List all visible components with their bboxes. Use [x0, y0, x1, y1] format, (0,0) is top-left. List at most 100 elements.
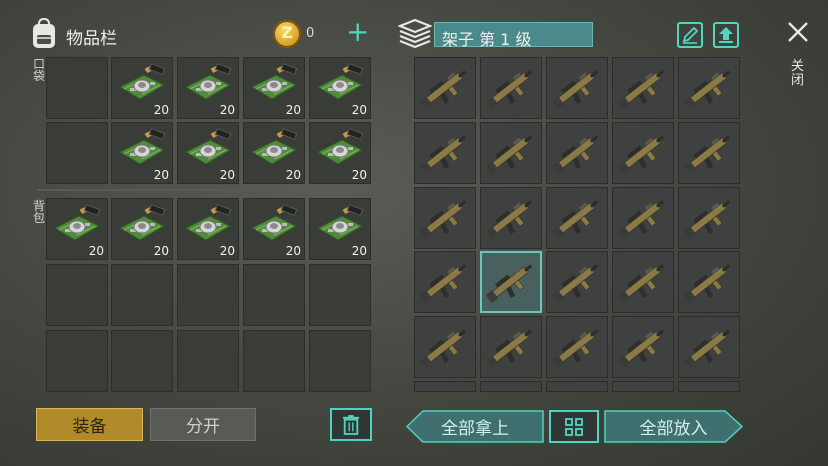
pocket-slot[interactable]: 20 [309, 57, 371, 119]
shelf-slot[interactable] [612, 187, 674, 249]
assault-rifle-icon [419, 70, 467, 110]
grid-icon [565, 417, 583, 436]
shelf-slot[interactable] [678, 187, 740, 249]
assault-rifle-icon [617, 70, 665, 110]
assault-rifle-item [483, 384, 539, 392]
backpack-slot[interactable] [243, 330, 305, 392]
backpack-icon [30, 17, 58, 50]
pocket-slot[interactable]: 20 [309, 122, 371, 184]
split-button[interactable]: 分开 [150, 408, 256, 441]
shelf-slot[interactable] [546, 381, 608, 392]
pocket-slot[interactable] [46, 122, 108, 184]
item-quantity: 20 [285, 168, 301, 182]
circuit-board-icon [316, 128, 364, 165]
item-quantity: 20 [219, 168, 235, 182]
pocket-slot[interactable] [46, 57, 108, 119]
assault-rifle-icon [683, 264, 731, 304]
add-coins-button[interactable]: + [346, 18, 369, 46]
assault-rifle-item [681, 254, 737, 314]
shelf-slot-selected[interactable] [480, 251, 542, 313]
pocket-slot[interactable]: 20 [177, 57, 239, 119]
upload-arrow-icon [719, 27, 733, 43]
shelf-slot[interactable] [612, 381, 674, 392]
assault-rifle-item [549, 125, 605, 185]
shelf-slot[interactable] [480, 316, 542, 378]
backpack-slot[interactable]: 20 [46, 198, 108, 260]
assault-rifle-icon [551, 264, 599, 304]
take-all-button[interactable]: 全部拿上 [406, 410, 544, 443]
backpack-slot[interactable] [111, 330, 173, 392]
shelf-slot[interactable] [678, 57, 740, 119]
shelf-slot[interactable] [414, 57, 476, 119]
assault-rifle-icon [485, 135, 533, 175]
backpack-slot[interactable]: 20 [243, 198, 305, 260]
circuit-board-icon [184, 204, 232, 241]
assault-rifle-item [615, 254, 671, 314]
trash-button[interactable] [330, 408, 372, 441]
assault-rifle-item [417, 125, 473, 185]
pocket-slot[interactable]: 20 [111, 122, 173, 184]
sort-grid-button[interactable] [549, 410, 599, 443]
backpack-slot[interactable]: 20 [309, 198, 371, 260]
shelf-slot[interactable] [612, 251, 674, 313]
assault-rifle-item [483, 190, 539, 250]
shelf-slot[interactable] [678, 316, 740, 378]
pocket-slot[interactable]: 20 [111, 57, 173, 119]
shelf-slot[interactable] [414, 122, 476, 184]
shelf-slot[interactable] [678, 122, 740, 184]
edit-shelf-button[interactable] [677, 22, 703, 48]
assault-rifle-item [681, 60, 737, 120]
backpack-slot[interactable] [111, 264, 173, 326]
item-quantity: 20 [153, 244, 169, 258]
assault-rifle-icon [683, 200, 731, 240]
close-button[interactable] [786, 20, 810, 44]
assault-rifle-item [549, 60, 605, 120]
shelf-slot[interactable] [414, 251, 476, 313]
put-all-button[interactable]: 全部放入 [604, 410, 743, 443]
pocket-slot[interactable]: 20 [177, 122, 239, 184]
assault-rifle-icon [551, 70, 599, 110]
assault-rifle-item [615, 190, 671, 250]
shelf-slot[interactable] [612, 316, 674, 378]
backpack-slot[interactable] [177, 330, 239, 392]
shelf-slot[interactable] [480, 122, 542, 184]
backpack-slot[interactable]: 20 [177, 198, 239, 260]
shelf-slot[interactable] [414, 381, 476, 392]
shelf-slot[interactable] [414, 187, 476, 249]
backpack-slot[interactable] [46, 330, 108, 392]
shelf-slot[interactable] [480, 381, 542, 392]
assault-rifle-icon [551, 135, 599, 175]
assault-rifle-icon [485, 200, 533, 240]
shelf-slot[interactable] [678, 381, 740, 392]
upgrade-shelf-button[interactable] [713, 22, 739, 48]
shelf-slot[interactable] [480, 187, 542, 249]
backpack-slot[interactable] [177, 264, 239, 326]
item-quantity: 20 [153, 168, 169, 182]
assault-rifle-item [549, 254, 605, 314]
backpack-slot[interactable] [243, 264, 305, 326]
assault-rifle-item [681, 125, 737, 185]
backpack-slot[interactable] [309, 330, 371, 392]
backpack-slot[interactable] [46, 264, 108, 326]
circuit-board-icon [118, 204, 166, 241]
circuit-board-icon [250, 128, 298, 165]
shelf-slot[interactable] [546, 316, 608, 378]
backpack-slot[interactable]: 20 [111, 198, 173, 260]
shelf-slot[interactable] [546, 251, 608, 313]
assault-rifle-icon [617, 264, 665, 304]
assault-rifle-icon [551, 200, 599, 240]
shelf-slot[interactable] [414, 316, 476, 378]
pocket-slot[interactable]: 20 [243, 57, 305, 119]
shelf-slot[interactable] [678, 251, 740, 313]
shelf-slot[interactable] [546, 187, 608, 249]
backpack-slot[interactable] [309, 264, 371, 326]
shelf-slot[interactable] [612, 122, 674, 184]
shelf-slot[interactable] [546, 122, 608, 184]
pocket-slot[interactable]: 20 [243, 122, 305, 184]
shelf-slot[interactable] [546, 57, 608, 119]
equip-button[interactable]: 装备 [36, 408, 143, 441]
circuit-board-icon [53, 204, 101, 241]
shelf-slot[interactable] [480, 57, 542, 119]
shelf-slot[interactable] [612, 57, 674, 119]
assault-rifle-icon [617, 329, 665, 369]
